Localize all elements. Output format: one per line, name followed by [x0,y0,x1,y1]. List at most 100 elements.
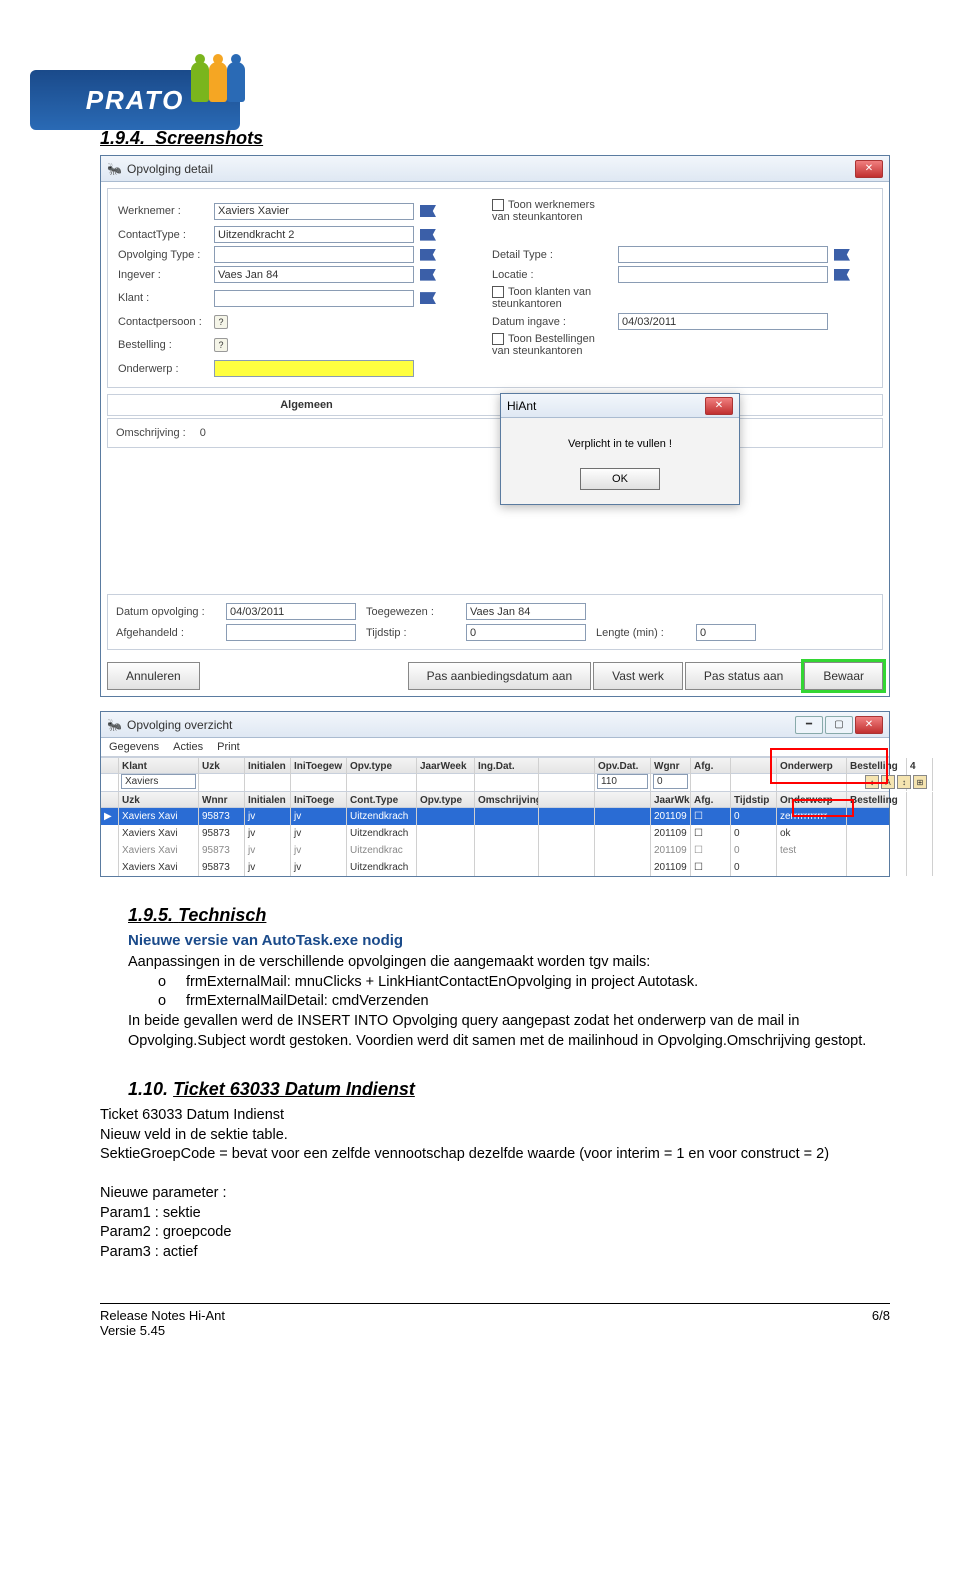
input-lengte[interactable]: 0 [696,624,756,641]
cell [847,859,907,876]
cell[interactable]: Afg. [691,758,731,775]
minimize-button[interactable]: ━ [795,716,823,734]
cell[interactable]: IniToege [291,792,347,809]
bewaar-button[interactable]: Bewaar [804,662,883,690]
cell[interactable]: Bestelling [847,792,907,809]
cell [907,842,933,859]
cell[interactable]: Ing.Dat. [475,758,539,775]
flag-icon[interactable] [420,269,436,281]
tab-algemeen[interactable]: Algemeen [118,399,495,411]
toolbar-icons: ↕A↕⊞ [864,774,928,790]
cell[interactable]: Omschrijving [475,792,539,809]
dialog-title: HiAnt [507,399,705,413]
flag-icon[interactable] [420,292,436,304]
pas-status-button[interactable]: Pas status aan [685,662,802,690]
cell[interactable] [731,758,777,775]
flag-icon[interactable] [420,205,436,217]
cell[interactable]: Onderwerp [777,758,847,775]
toolbar-icon[interactable]: ⊞ [913,775,927,789]
cell[interactable]: Onderwerp [777,792,847,809]
cell[interactable]: Opv.Dat. [595,758,651,775]
cell: jv [245,859,291,876]
cell [101,859,119,876]
checkbox-toon-bestellingen[interactable]: Toon Bestellingen van steunkantoren [492,333,612,357]
cell[interactable] [101,792,119,809]
toolbar-icon[interactable]: A [881,775,895,789]
cell [539,825,595,842]
cell: jv [245,842,291,859]
dialog-close-button[interactable]: ✕ [705,397,733,415]
table-row[interactable]: Xaviers Xavi95873jvjvUitzendkrac201109☐0… [101,842,889,859]
menu-acties[interactable]: Acties [173,741,203,753]
cell[interactable]: 4 [907,758,933,775]
cell[interactable]: Initialen [245,758,291,775]
cell[interactable] [539,758,595,775]
menu-print[interactable]: Print [217,741,240,753]
help-icon[interactable]: ? [214,338,228,352]
annuleren-button[interactable]: Annuleren [107,662,200,690]
filter-opvdat[interactable]: 110 [597,774,648,789]
cell[interactable]: Afg. [691,792,731,809]
flag-icon[interactable] [420,229,436,241]
cell[interactable]: Wgnr [651,758,691,775]
filter-klant[interactable]: Xaviers [121,774,196,789]
table-row[interactable]: Xaviers Xavi95873jvjvUitzendkrach201109☐… [101,859,889,876]
cell[interactable]: Uzk [199,758,245,775]
close-button[interactable]: ✕ [855,160,883,178]
cell[interactable]: Wnnr [199,792,245,809]
cell[interactable]: Opv.type [347,758,417,775]
cell [417,808,475,825]
cell[interactable]: Tijdstip [731,792,777,809]
input-werknemer[interactable]: Xaviers Xavier [214,203,414,220]
cell[interactable] [595,792,651,809]
cell[interactable]: Bestelling [847,758,907,775]
input-locatie[interactable] [618,266,828,283]
cell: ☐ [691,859,731,876]
input-datumopvolging[interactable]: 04/03/2011 [226,603,356,620]
cell[interactable]: Opv.type [417,792,475,809]
toolbar-icon[interactable]: ↕ [865,775,879,789]
heading-1-9-4: 1.9.4. Screenshots [100,128,890,149]
table-row[interactable]: ▶Xaviers Xavi95873jvjvUitzendkrach201109… [101,808,889,825]
cell: 201109 [651,842,691,859]
input-ingever[interactable]: Vaes Jan 84 [214,266,414,283]
input-detailtype[interactable] [618,246,828,263]
cell[interactable] [539,792,595,809]
maximize-button[interactable]: ▢ [825,716,853,734]
table-row[interactable]: Xaviers Xavi95873jvjvUitzendkrach201109☐… [101,825,889,842]
input-toegewezen[interactable]: Vaes Jan 84 [466,603,586,620]
footer-title: Release Notes Hi-Ant [100,1308,225,1323]
close-button[interactable]: ✕ [855,716,883,734]
input-opvolgingtype[interactable] [214,246,414,263]
toolbar-icon[interactable]: ↕ [897,775,911,789]
flag-icon[interactable] [834,269,850,281]
help-icon[interactable]: ? [214,315,228,329]
flag-icon[interactable] [834,249,850,261]
input-onderwerp[interactable] [214,360,414,377]
cell[interactable]: JaarWk [651,792,691,809]
checkbox-toon-klanten[interactable]: Toon klanten van steunkantoren [492,286,612,310]
menu-gegevens[interactable]: Gegevens [109,741,159,753]
dialog-ok-button[interactable]: OK [580,468,660,490]
cell[interactable]: IniToegew [291,758,347,775]
body-1-9-5: Aanpassingen in de verschillende opvolgi… [128,953,890,1051]
cell[interactable]: JaarWeek [417,758,475,775]
label-lengte: Lengte (min) : [596,627,686,639]
cell[interactable] [907,792,933,809]
input-klant[interactable] [214,290,414,307]
cell[interactable] [101,758,119,775]
cell[interactable]: Cont.Type [347,792,417,809]
cell[interactable]: Uzk [119,792,199,809]
input-contacttype[interactable]: Uitzendkracht 2 [214,226,414,243]
cell[interactable]: Klant [119,758,199,775]
filter-wgnr[interactable]: 0 [653,774,688,789]
window-title-2: Opvolging overzicht [127,718,795,732]
flag-icon[interactable] [420,249,436,261]
cell[interactable]: Initialen [245,792,291,809]
input-afgehandeld[interactable] [226,624,356,641]
vast-werk-button[interactable]: Vast werk [593,662,683,690]
pas-aanbiedingsdatum-button[interactable]: Pas aanbiedingsdatum aan [408,662,591,690]
checkbox-toon-werknemers[interactable]: Toon werknemers van steunkantoren [492,199,612,223]
input-datumingave[interactable]: 04/03/2011 [618,313,828,330]
input-tijdstip[interactable]: 0 [466,624,586,641]
